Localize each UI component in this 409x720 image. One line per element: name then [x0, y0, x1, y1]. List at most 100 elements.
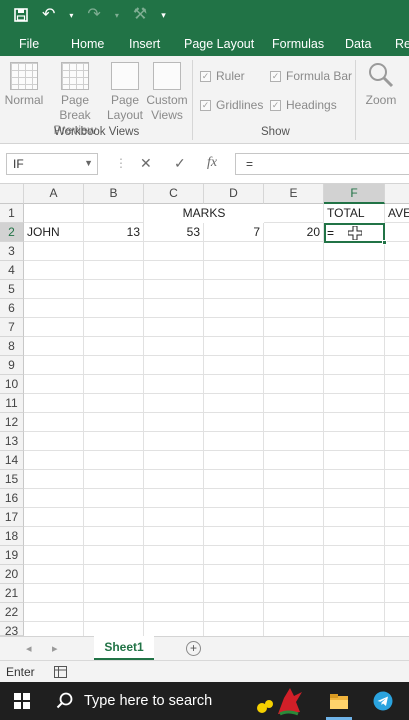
grid-line: [323, 204, 324, 636]
drag-handle-icon[interactable]: ⋮: [115, 156, 127, 170]
select-all-corner[interactable]: [0, 184, 24, 204]
row-header[interactable]: 22: [0, 603, 24, 622]
chevron-down-icon[interactable]: ▼: [84, 158, 93, 168]
page-label: Page: [110, 93, 140, 107]
headings-checkbox[interactable]: ✓ Headings: [270, 98, 337, 112]
cell-b2[interactable]: 13: [84, 223, 143, 242]
magnifier-icon: [369, 63, 394, 88]
status-mode: Enter: [6, 665, 35, 679]
customize-icon[interactable]: ▾: [161, 10, 166, 21]
row-header[interactable]: 11: [0, 394, 24, 413]
ruler-label: Ruler: [216, 69, 245, 83]
insert-function-icon[interactable]: fx: [207, 155, 217, 171]
row-header[interactable]: 12: [0, 413, 24, 432]
tab-review[interactable]: Re: [395, 37, 409, 51]
column-header-g[interactable]: [385, 184, 409, 204]
row-header[interactable]: 4: [0, 261, 24, 280]
tab-insert[interactable]: Insert: [129, 37, 160, 51]
sheet-tab-bar: ◂ ▸ Sheet1 +: [0, 636, 409, 660]
row-header[interactable]: 23: [0, 622, 24, 638]
sheet-tab-sheet1[interactable]: Sheet1: [94, 636, 154, 660]
row-header[interactable]: 2: [0, 223, 24, 242]
page-layout-button[interactable]: Page Layout: [106, 62, 144, 123]
custom-label: Custom: [146, 93, 188, 107]
fill-handle[interactable]: [382, 240, 387, 245]
windows-start-icon[interactable]: [14, 693, 30, 709]
row-header[interactable]: 19: [0, 546, 24, 565]
row-header[interactable]: 20: [0, 565, 24, 584]
format-painter-icon[interactable]: ⚒: [133, 7, 147, 23]
normal-view-label: Normal: [4, 93, 44, 107]
checkbox-checked-icon: ✓: [270, 99, 281, 111]
add-sheet-icon[interactable]: +: [186, 641, 201, 656]
cell-c2[interactable]: 53: [144, 223, 203, 242]
dragon-illustration-icon: [257, 688, 302, 716]
cell-g1[interactable]: AVE: [385, 204, 409, 223]
taskbar-search[interactable]: Type here to search: [46, 682, 246, 720]
column-header-e[interactable]: E: [264, 184, 324, 204]
save-icon[interactable]: [14, 8, 28, 22]
cell-d2[interactable]: 7: [204, 223, 263, 242]
ribbon-panel: Normal Page Break Preview Page Layout Cu…: [0, 56, 409, 144]
row-header[interactable]: 6: [0, 299, 24, 318]
telegram-icon[interactable]: [373, 691, 393, 711]
worksheet-grid[interactable]: MARKS TOTAL AVE JOHN 13 53 7 20 =: [24, 204, 409, 636]
formula-bar: IF ▼ ⋮ ✕ ✓ fx =: [0, 144, 409, 184]
row-header[interactable]: 3: [0, 242, 24, 261]
column-header-a[interactable]: A: [24, 184, 84, 204]
row-header[interactable]: 1: [0, 204, 24, 223]
column-header-c[interactable]: C: [144, 184, 204, 204]
column-header-d[interactable]: D: [204, 184, 264, 204]
cell-a2[interactable]: JOHN: [24, 223, 83, 242]
tab-data[interactable]: Data: [345, 37, 371, 51]
row-header[interactable]: 14: [0, 451, 24, 470]
cancel-icon[interactable]: ✕: [140, 155, 152, 172]
undo-icon[interactable]: ↶: [42, 7, 55, 23]
row-header[interactable]: 10: [0, 375, 24, 394]
row-header[interactable]: 17: [0, 508, 24, 527]
formula-input[interactable]: =: [235, 153, 409, 175]
group-divider: [355, 60, 356, 140]
tab-page-layout[interactable]: Page Layout: [184, 37, 254, 51]
row-header[interactable]: 15: [0, 470, 24, 489]
name-box[interactable]: IF ▼: [6, 153, 98, 175]
undo-dropdown-icon[interactable]: ▾: [69, 11, 73, 20]
checkbox-checked-icon: ✓: [270, 70, 281, 82]
ribbon-tabs: File Home Insert Page Layout Formulas Da…: [0, 30, 409, 56]
custom-views-button[interactable]: Custom Views: [145, 62, 189, 123]
enter-icon[interactable]: ✓: [174, 155, 186, 172]
normal-view-button[interactable]: Normal: [4, 62, 44, 108]
row-header[interactable]: 8: [0, 337, 24, 356]
row-header[interactable]: 9: [0, 356, 24, 375]
zoom-button[interactable]: Zoom: [362, 60, 400, 108]
tab-home[interactable]: Home: [71, 37, 104, 51]
row-header[interactable]: 18: [0, 527, 24, 546]
formula-bar-checkbox[interactable]: ✓ Formula Bar: [270, 69, 352, 83]
grid-line: [203, 204, 204, 636]
cell-f1[interactable]: TOTAL: [324, 204, 384, 223]
windows-taskbar: Type here to search: [0, 682, 409, 720]
column-header-f[interactable]: F: [324, 184, 385, 204]
column-header-b[interactable]: B: [84, 184, 144, 204]
row-header[interactable]: 7: [0, 318, 24, 337]
gridlines-checkbox[interactable]: ✓ Gridlines: [200, 98, 263, 112]
cell-e2[interactable]: 20: [264, 223, 323, 242]
status-bar: Enter: [0, 660, 409, 682]
formula-text: =: [246, 157, 254, 171]
row-header[interactable]: 5: [0, 280, 24, 299]
ruler-checkbox[interactable]: ✓ Ruler: [200, 69, 245, 83]
tab-formulas[interactable]: Formulas: [272, 37, 324, 51]
cell-c1[interactable]: MARKS: [144, 204, 264, 223]
file-explorer-icon[interactable]: [329, 691, 349, 711]
redo-dropdown-icon[interactable]: ▾: [115, 11, 119, 20]
row-header[interactable]: 13: [0, 432, 24, 451]
page-break-preview-icon: [61, 62, 89, 90]
active-cell-f2[interactable]: =: [324, 223, 387, 245]
scroll-left-icon[interactable]: ◂: [26, 642, 32, 655]
scroll-right-icon[interactable]: ▸: [52, 642, 58, 655]
redo-icon[interactable]: ↷: [87, 7, 100, 23]
row-header[interactable]: 21: [0, 584, 24, 603]
tab-file[interactable]: File: [19, 37, 39, 51]
macro-record-icon[interactable]: [54, 666, 67, 678]
row-header[interactable]: 16: [0, 489, 24, 508]
